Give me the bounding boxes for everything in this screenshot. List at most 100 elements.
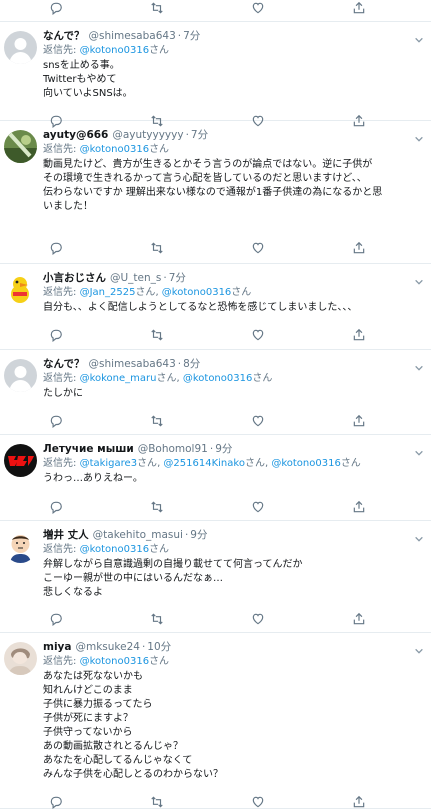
reply-mention-link[interactable]: @takigare3 [80,458,138,469]
like-icon[interactable] [251,414,265,428]
chevron-down-icon[interactable] [414,529,424,542]
share-icon[interactable] [352,500,366,514]
reply-mention-link[interactable]: @Jan_2525 [80,287,136,298]
timestamp[interactable]: 9分 [190,528,207,543]
share-icon[interactable] [352,328,366,342]
share-icon[interactable] [352,612,366,626]
reply-icon[interactable] [49,795,63,809]
chevron-down-icon[interactable] [414,358,424,371]
reply-label: 返信先: [43,287,77,298]
tweet[interactable]: 小言おじさん @U_ten_s · 7分 返信先: @Jan_2525さん, @koto… [0,264,431,350]
avatar[interactable] [4,444,37,477]
display-name[interactable]: ayuty@666 [43,128,108,143]
retweet-icon[interactable] [150,1,164,15]
tweet-actions [43,500,373,514]
avatar[interactable] [4,530,37,563]
avatar[interactable] [4,642,37,675]
reply-icon[interactable] [49,500,63,514]
chevron-down-icon[interactable] [414,443,424,456]
tweet-text: snsを止める事。 Twitterもやめて 向いていよSNSは。 [43,59,423,101]
tweet[interactable]: miya @mksuke24 · 10分 返信先: @kotono0316さん あなたは死… [0,633,431,809]
share-icon[interactable] [352,1,366,15]
tweet-text-line: あなたは死なないかも [43,671,143,682]
timestamp[interactable]: 7分 [169,271,186,286]
share-icon[interactable] [352,241,366,255]
timestamp[interactable]: 7分 [183,29,200,44]
reply-icon[interactable] [49,328,63,342]
tweet[interactable]: Летучие мыши @Bohomol91 · 9分 返信先: @takigare3… [0,435,431,521]
reply-mention-link[interactable]: @kotono0316 [162,287,232,298]
tweet[interactable]: なんで？ @shimesaba643 · 7分 返信先: @kotono0316さん sn… [0,22,431,128]
chevron-down-icon[interactable] [414,129,424,142]
tweet-header: Летучие мыши @Bohomol91 · 9分 [43,442,423,457]
separator-dot: · [184,529,189,541]
user-handle[interactable]: @Bohomol91 [138,442,208,457]
avatar[interactable] [4,273,37,306]
timestamp[interactable]: 7分 [191,128,208,143]
reply-mention-link[interactable]: @kotono0316 [183,373,253,384]
reply-mention-link[interactable]: @kotono0316 [80,656,150,667]
tweet-actions [43,795,373,809]
retweet-icon[interactable] [150,328,164,342]
chevron-down-icon[interactable] [414,641,424,654]
tweet-text-line: あなたを心配してるんじゃなくて [43,755,193,766]
tweet-actions [43,414,373,428]
user-handle[interactable]: @shimesaba643 [88,29,175,44]
retweet-icon[interactable] [150,500,164,514]
chevron-down-icon[interactable] [414,272,424,285]
like-icon[interactable] [251,612,265,626]
user-handle[interactable]: @takehito_masui [93,528,183,543]
reply-mention-link[interactable]: @kotono0316 [80,45,150,56]
retweet-icon[interactable] [150,414,164,428]
separator-dot: · [177,30,182,42]
display-name[interactable]: Летучие мыши [43,442,134,457]
tweet[interactable]: なんで？ @shimesaba643 · 8分 返信先: @kokone_maruさん,… [0,350,431,435]
reply-honorific: さん [135,287,156,298]
reply-icon[interactable] [49,241,63,255]
reply-honorific: さん [244,458,265,469]
reply-mention-link[interactable]: @kotono0316 [80,144,150,155]
avatar[interactable] [4,31,37,64]
reply-mention-link[interactable]: @kotono0316 [271,458,341,469]
chevron-down-icon[interactable] [414,30,424,43]
reply-icon[interactable] [49,612,63,626]
reply-mention-link[interactable]: @kokone_maru [80,373,157,384]
like-icon[interactable] [251,241,265,255]
like-icon[interactable] [251,1,265,15]
tweet[interactable]: 増井 丈人 @takehito_masui · 9分 返信先: @kotono0316さ… [0,521,431,633]
share-icon[interactable] [352,795,366,809]
share-icon[interactable] [352,414,366,428]
display-name[interactable]: 増井 丈人 [43,528,89,543]
user-handle[interactable]: @mksuke24 [75,640,139,655]
tweet[interactable]: ayuty@666 @ayutyyyyyy · 7分 返信先: @kotono0316さ… [0,121,431,264]
reply-icon[interactable] [49,1,63,15]
avatar[interactable] [4,130,37,163]
timestamp[interactable]: 10分 [147,640,171,655]
like-icon[interactable] [251,328,265,342]
reply-mention-link[interactable]: @kotono0316 [80,544,150,555]
timestamp[interactable]: 8分 [183,357,200,372]
reply-mention-link[interactable]: @251614Kinako [163,458,245,469]
reply-icon[interactable] [49,414,63,428]
reply-honorific: さん [231,287,252,298]
retweet-icon[interactable] [150,241,164,255]
tweet-text-line: 子供が死にますよ？ [43,713,133,724]
reply-context: 返信先: @kotono0316さん [43,655,423,669]
tweet-header: なんで？ @shimesaba643 · 8分 [43,357,423,372]
retweet-icon[interactable] [150,612,164,626]
user-handle[interactable]: @ayutyyyyyy [112,128,183,143]
display-name[interactable]: 小言おじさん [43,271,106,286]
avatar[interactable] [4,359,37,392]
display-name[interactable]: なんで？ [43,357,84,372]
user-handle[interactable]: @U_ten_s [110,271,161,286]
display-name[interactable]: なんで？ [43,29,84,44]
like-icon[interactable] [251,500,265,514]
timestamp[interactable]: 9分 [215,442,232,457]
like-icon[interactable] [251,795,265,809]
reply-honorific: さん [340,458,361,469]
reply-label: 返信先: [43,373,77,384]
user-handle[interactable]: @shimesaba643 [88,357,175,372]
display-name[interactable]: miya [43,640,71,655]
tweet-header: 増井 丈人 @takehito_masui · 9分 [43,528,423,543]
retweet-icon[interactable] [150,795,164,809]
